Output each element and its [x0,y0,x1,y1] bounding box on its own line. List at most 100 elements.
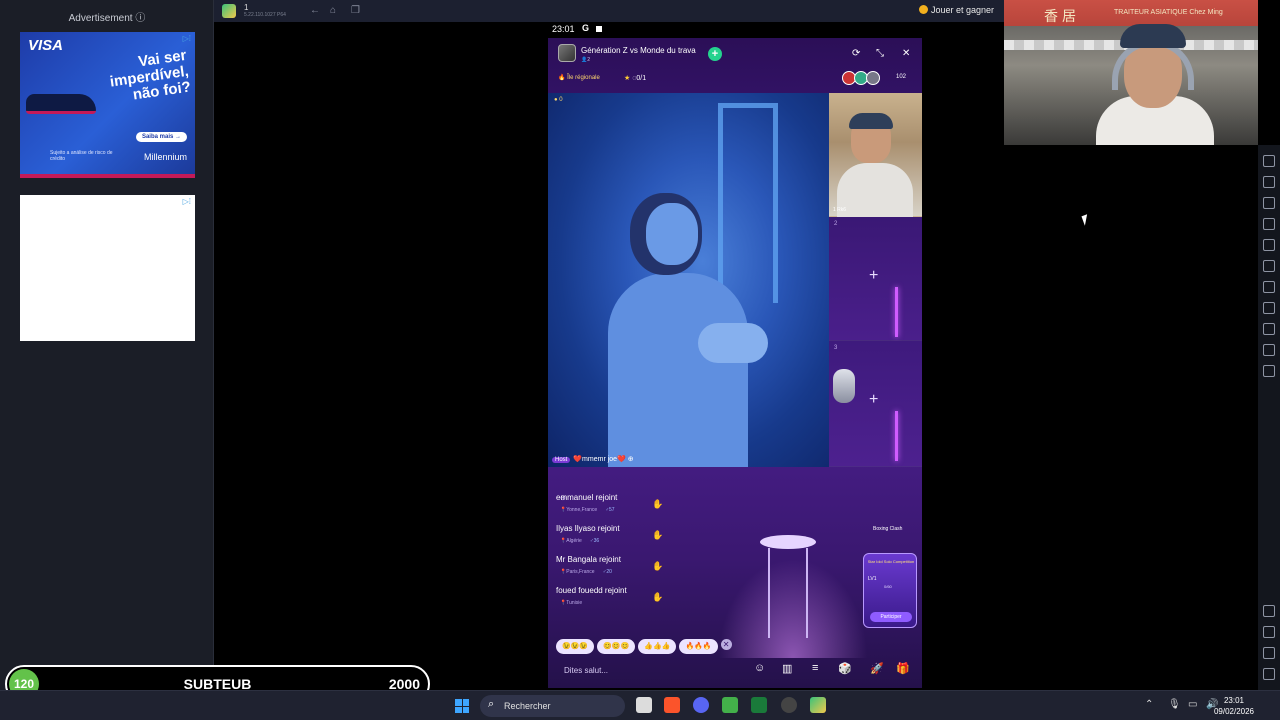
emoji-chip[interactable]: 😉😉😉 [556,639,595,654]
chat-item[interactable]: emmanuel rejoint 📍Yonne,France ♂57 ✋ [556,493,706,524]
chat-item[interactable]: Ilyas Ilyaso rejoint 📍Algérie ♂36 ✋ [556,524,706,555]
wave-icon[interactable]: ✋ [652,561,663,572]
wave-icon[interactable]: ✋ [652,530,663,541]
settings-icon[interactable] [1263,605,1275,617]
race-car-image [26,94,96,114]
chat-item[interactable]: foued fouedd rejoint 📍Tunisie ✋ [556,586,706,617]
layers-icon[interactable] [1263,344,1275,356]
wave-icon[interactable]: ✋ [652,592,663,603]
obs-icon[interactable] [781,697,797,713]
home-icon[interactable]: ⌂ [330,5,336,16]
games-icon[interactable]: 🎲 [838,662,852,675]
menu-icon[interactable]: ≡ [812,662,818,674]
wave-icon[interactable]: ✋ [652,499,663,510]
emoji-icon[interactable]: ☺ [754,662,765,674]
app-green-icon[interactable] [722,697,738,713]
minimize-icon[interactable]: ⤡ [876,48,884,59]
participate-button[interactable]: Participer [870,612,912,622]
screen: Advertisement ⓘ VISA ▷⁞ Vai ser imperdív… [0,0,1280,720]
media-icon[interactable] [1263,239,1275,251]
seat-2-number: 2 [834,221,838,227]
join-seat-icon[interactable]: + [869,391,878,409]
shake-icon[interactable] [1263,260,1275,272]
chat-location: Tunisie [566,600,583,606]
follow-button[interactable]: + [708,47,722,61]
google-icon: G [582,23,590,33]
back-arrow-icon[interactable]: ← [310,5,320,16]
seat-2[interactable]: 2 + [829,217,922,341]
seat-3[interactable]: 3 + [829,341,922,467]
emoji-chip[interactable]: 👍👍👍 [638,639,677,654]
boxing-clash-badge[interactable]: Boxing Clash [873,526,902,532]
task-view-icon[interactable] [636,697,652,713]
screenshot-icon[interactable] [1263,197,1275,209]
status-time: 23:01 [552,24,575,34]
eraser-icon[interactable] [1263,302,1275,314]
viewer-count[interactable]: 102 [896,74,906,80]
room-score[interactable]: ★ ◌0/1 [624,74,646,82]
chat-meta: 📍Yonne,France ♂57 [560,507,615,513]
display-icon[interactable]: ▭ [1188,699,1197,710]
microphone-tray-icon[interactable]: 🎙 [1168,699,1181,710]
keyboard-icon[interactable] [1263,155,1275,167]
chat-input[interactable] [556,661,746,679]
voice-icon[interactable]: ▥ [782,662,792,675]
sync-icon[interactable] [1263,281,1275,293]
tray-chevron-icon[interactable]: ⌃ [1145,699,1153,710]
windows-start-icon[interactable] [455,699,469,713]
brave-browser-icon[interactable] [664,697,680,713]
clock-icon[interactable] [1263,365,1275,377]
emulator-app-icon[interactable] [810,697,826,713]
stool-legs [768,548,808,638]
event-card[interactable]: Star Idol Solo Competition LV1 0/60 Part… [863,553,917,628]
gift-icon[interactable]: 🎁 [896,662,910,675]
join-seat-icon[interactable]: + [869,267,878,285]
record-icon[interactable] [1263,218,1275,230]
room-avatar[interactable] [558,44,576,62]
viewer-avatars[interactable] [842,71,892,85]
emoji-chip[interactable]: 🔥🔥🔥 [679,639,718,654]
discord-icon[interactable] [693,697,709,713]
add-icon[interactable]: ⊕ [628,456,634,463]
chat-item[interactable]: Mr Bangala rejoint 📍Paris,France ♂20 ✋ [556,555,706,586]
rocket-icon[interactable]: 🚀 [870,662,884,675]
emoji-chip[interactable]: 😊😊😊 [597,639,636,654]
chat-meta: 📍Algérie ♂36 [560,538,600,544]
multiwindow-icon[interactable]: ❐ [351,5,360,16]
host-name-tag[interactable]: Host ❤️mmemr joe❤️ ⊕ [552,455,634,463]
room-region-tag[interactable]: 🔥 Île régionale [558,74,600,81]
host-badge: Host [552,457,571,463]
taskbar-clock[interactable]: 23:01 09/02/2026 [1214,695,1254,717]
ad-disclaimer: Sujeito a análise de risco de crédito [50,150,113,162]
play-and-earn-button[interactable]: Jouer et gagner [918,5,994,15]
close-emoji-icon[interactable]: ✕ [720,639,732,650]
taskbar: ⌕ Rechercher ⌃ 🎙 ▭ 🔊 23:01 09/02/2026 [0,690,1280,720]
share-icon[interactable]: ⟳ [852,48,860,59]
location-icon[interactable] [1263,323,1275,335]
mouse-cursor-icon [1081,214,1091,226]
ad-sponsor: Millennium [143,152,187,162]
streamer-cap [1120,24,1186,48]
taskbar-search[interactable]: ⌕ Rechercher [480,695,625,717]
back-icon[interactable] [1263,626,1275,638]
host-video[interactable]: ● 0 Host ❤️mmemr joe❤️ ⊕ [548,93,829,467]
seat-1[interactable]: 1 Rk6 [829,93,922,223]
home-icon[interactable] [1263,647,1275,659]
chat-meta: 📍Tunisie [560,600,583,606]
close-icon[interactable]: ✕ [902,48,910,59]
recents-icon[interactable] [1263,668,1275,680]
ad-slot-empty[interactable]: ▷⁞ [20,195,195,341]
emulator-version: 5.22.110.1027 P64 [244,12,286,18]
chat-location: Algérie [566,538,582,544]
chat-list: emmanuel rejoint 📍Yonne,France ♂57 ✋ Ilya… [556,493,706,617]
ad-banner[interactable]: VISA ▷⁞ Vai ser imperdível, não foi? Sai… [20,32,195,178]
ad-choices-icon[interactable]: ▷⁞ [183,197,191,206]
shop-sign-chinese: 香居 [1044,8,1080,24]
ad-choices-icon[interactable]: ▷⁞ [183,34,191,43]
gamepad-icon[interactable] [1263,176,1275,188]
ad-cta-button[interactable]: Saiba mais → [135,132,187,142]
guest-cap [849,113,893,129]
terminal-icon[interactable] [751,697,767,713]
play-and-earn-label: Jouer et gagner [930,5,994,15]
visa-logo: VISA [28,37,64,54]
